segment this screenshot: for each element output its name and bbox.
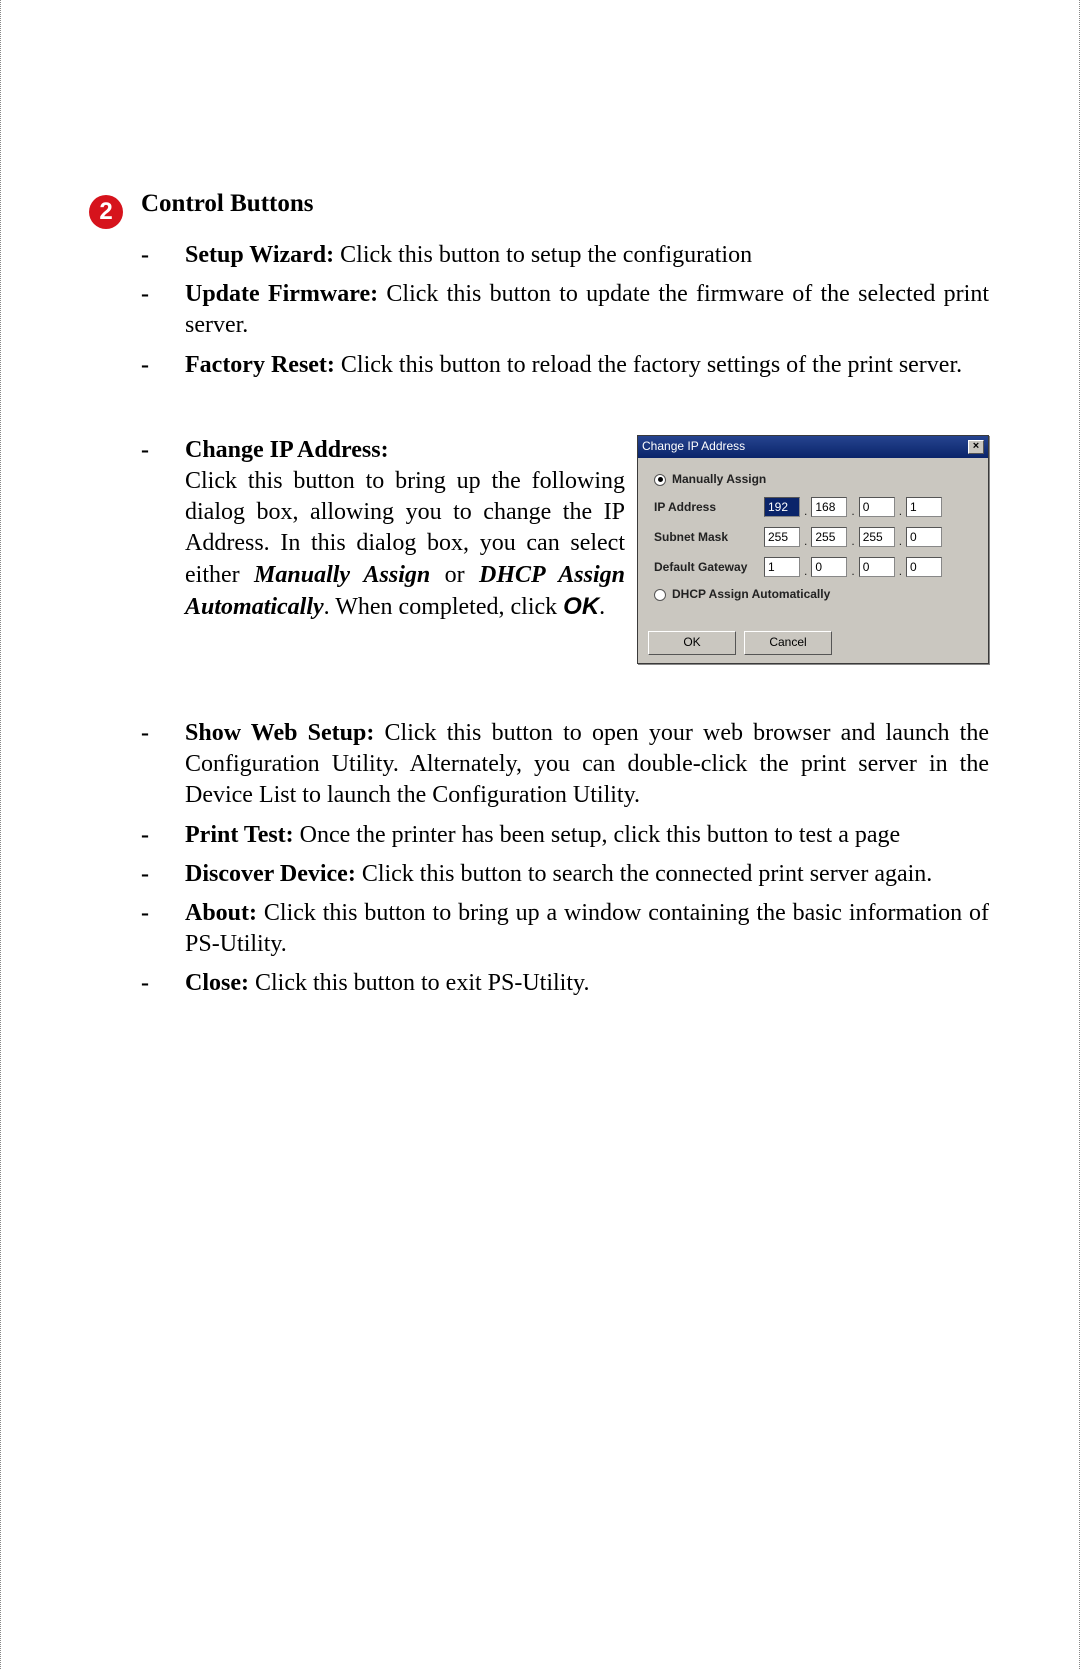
list-item: Print Test: Once the printer has been se… <box>185 820 989 851</box>
ok-button[interactable]: OK <box>648 631 736 655</box>
item-label: Update Firmware: <box>185 281 378 307</box>
change-ip-dialog: Change IP Address × Manually Assign IP A… <box>637 435 989 664</box>
dot-separator: . <box>850 534 855 550</box>
item-text: Click this button to reload the factory … <box>335 352 962 378</box>
item-label: Print Test: <box>185 822 294 848</box>
bullet-list-changeip: Change IP Address: Click this button to … <box>185 435 989 664</box>
label-ip-address: IP Address <box>654 500 764 516</box>
item-text: Click this button to setup the configura… <box>334 242 752 268</box>
close-icon[interactable]: × <box>968 440 984 454</box>
label-subnet-mask: Subnet Mask <box>654 530 764 546</box>
gw-octet-input[interactable]: 0 <box>811 557 847 577</box>
radio-icon <box>654 474 666 486</box>
item-label: About: <box>185 900 257 926</box>
radio-icon <box>654 589 666 601</box>
mask-octet-input[interactable]: 0 <box>906 527 942 547</box>
bullet-list-top: Setup Wizard: Click this button to setup… <box>185 240 989 381</box>
item-label: Factory Reset: <box>185 352 335 378</box>
item-text: . When completed, click <box>324 594 563 620</box>
dot-separator: . <box>850 504 855 520</box>
item-text: . <box>599 594 605 620</box>
item-label: Close: <box>185 970 249 996</box>
ok-label: OK <box>563 593 599 620</box>
radio-label: DHCP Assign Automatically <box>672 587 830 603</box>
dot-separator: . <box>850 564 855 580</box>
item-label: Show Web Setup: <box>185 720 374 746</box>
mask-octet-input[interactable]: 255 <box>811 527 847 547</box>
dialog-title: Change IP Address <box>642 439 745 455</box>
step-number-badge: 2 <box>89 195 123 229</box>
item-text: or <box>430 562 479 588</box>
item-label: Change IP Address: <box>185 437 389 463</box>
item-label: Setup Wizard: <box>185 242 334 268</box>
label-default-gateway: Default Gateway <box>654 560 764 576</box>
dot-separator: . <box>803 534 808 550</box>
dot-separator: . <box>803 504 808 520</box>
mask-octet-input[interactable]: 255 <box>859 527 895 547</box>
list-item-change-ip: Change IP Address: Click this button to … <box>185 435 989 664</box>
item-text: Click this button to search the connecte… <box>356 861 933 887</box>
bullet-list-bottom: Show Web Setup: Click this button to ope… <box>185 718 989 1000</box>
list-item: Update Firmware: Click this button to up… <box>185 279 989 341</box>
dot-separator: . <box>898 504 903 520</box>
ip-octet-input[interactable]: 168 <box>811 497 847 517</box>
section-title: Control Buttons <box>141 190 989 218</box>
emphasis: Manually Assign <box>254 562 430 588</box>
cancel-button[interactable]: Cancel <box>744 631 832 655</box>
item-text: Once the printer has been setup, click t… <box>294 822 901 848</box>
item-label: Discover Device: <box>185 861 356 887</box>
gw-octet-input[interactable]: 0 <box>906 557 942 577</box>
ip-octet-input[interactable]: 192 <box>764 497 800 517</box>
item-text: Click this button to exit PS-Utility. <box>249 970 589 996</box>
radio-manually-assign[interactable]: Manually Assign <box>654 472 972 488</box>
dot-separator: . <box>803 564 808 580</box>
list-item: Close: Click this button to exit PS-Util… <box>185 968 989 999</box>
list-item: Show Web Setup: Click this button to ope… <box>185 718 989 812</box>
list-item: Discover Device: Click this button to se… <box>185 859 989 890</box>
ip-octet-input[interactable]: 1 <box>906 497 942 517</box>
dot-separator: . <box>898 534 903 550</box>
list-item: About: Click this button to bring up a w… <box>185 898 989 960</box>
radio-dhcp-assign[interactable]: DHCP Assign Automatically <box>654 587 972 603</box>
dot-separator: . <box>898 564 903 580</box>
gw-octet-input[interactable]: 1 <box>764 557 800 577</box>
dialog-titlebar: Change IP Address × <box>638 436 988 458</box>
mask-octet-input[interactable]: 255 <box>764 527 800 547</box>
radio-label: Manually Assign <box>672 472 766 488</box>
list-item: Setup Wizard: Click this button to setup… <box>185 240 989 271</box>
item-text: Click this button to bring up a window c… <box>185 900 989 957</box>
list-item: Factory Reset: Click this button to relo… <box>185 350 989 381</box>
gw-octet-input[interactable]: 0 <box>859 557 895 577</box>
ip-octet-input[interactable]: 0 <box>859 497 895 517</box>
